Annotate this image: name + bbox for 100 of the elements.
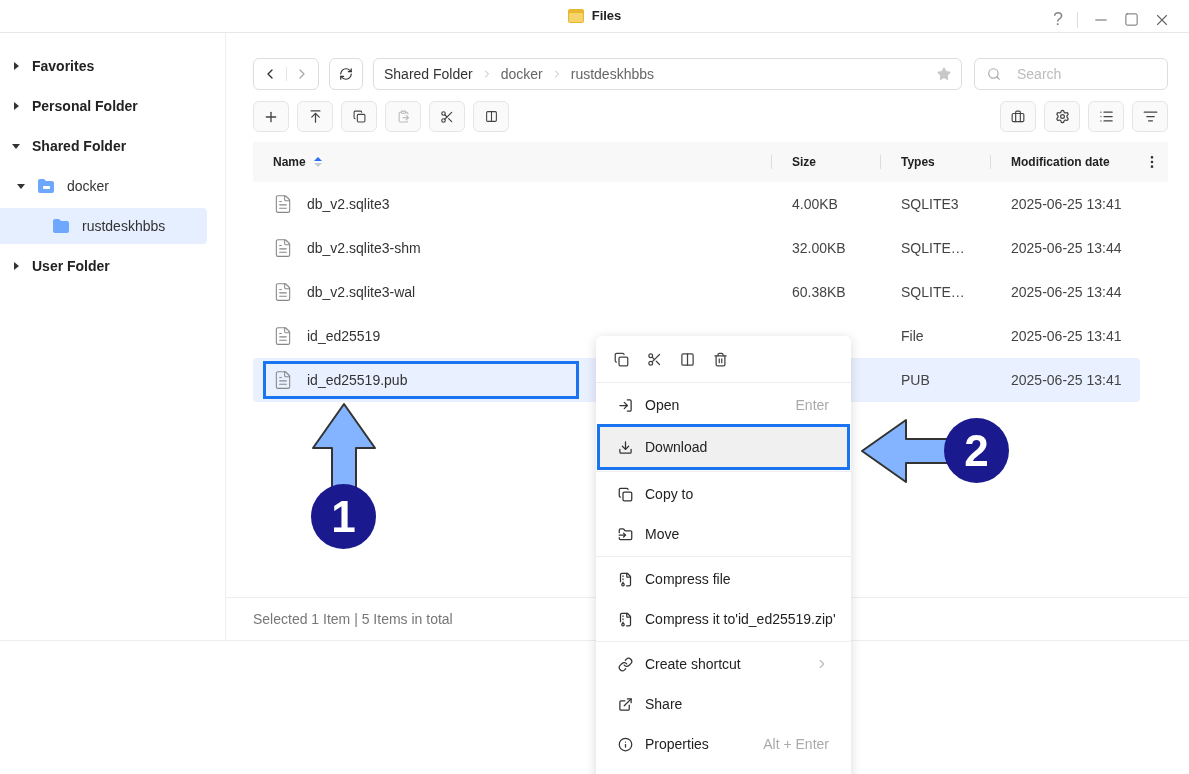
copy-icon [352, 110, 366, 123]
delete-icon[interactable] [713, 351, 728, 367]
expanded-caret-icon[interactable] [12, 142, 20, 150]
copy-button[interactable] [341, 101, 377, 132]
expanded-caret-icon[interactable] [17, 182, 25, 190]
sidebar-label: Shared Folder [32, 136, 127, 156]
menu-item[interactable]: Compress it to'id_ed25519.zip' [600, 599, 847, 639]
collapsed-caret-icon[interactable] [12, 102, 20, 110]
rename-button[interactable] [473, 101, 509, 132]
columns-icon [484, 110, 498, 123]
sidebar-label: rustdeskhbbs [82, 216, 166, 236]
menu-item[interactable]: Move [600, 514, 847, 554]
menu-item[interactable]: Copy to [600, 474, 847, 514]
share-icon [618, 696, 633, 712]
file-name: db_v2.sqlite3-shm [307, 238, 421, 258]
file-size: 60.38KB [792, 284, 846, 300]
shortcut-text: Alt + Enter [763, 734, 829, 754]
search-field[interactable]: Search [974, 58, 1168, 90]
menu-label: Open [645, 395, 680, 415]
file-name: id_ed25519.pub [307, 370, 408, 390]
column-header[interactable]: Size [792, 153, 816, 171]
list-icon [1098, 109, 1114, 124]
sidebar-label: Personal Folder [32, 96, 138, 116]
menu-label: Properties [645, 734, 709, 754]
view-button[interactable] [1088, 101, 1124, 132]
file-type: File [901, 328, 924, 344]
window-title: Files [591, 7, 622, 26]
copy-icon [618, 486, 633, 502]
file-type: SQLITE3 [901, 196, 959, 212]
table-row[interactable]: db_v2.sqlite3-shm 32.00KB SQLITE… 2025-06-25 13:44 [253, 226, 1140, 270]
maximize-icon[interactable] [1124, 12, 1139, 27]
sidebar-item[interactable]: rustdeskhbbs [0, 208, 207, 244]
sidebar-item[interactable]: User Folder [0, 248, 207, 284]
collapsed-caret-icon[interactable] [12, 62, 20, 70]
file-icon [273, 238, 293, 258]
copy-icon[interactable] [614, 351, 629, 367]
breadcrumb-link[interactable]: Shared Folder [384, 63, 473, 85]
enter-icon [618, 397, 633, 413]
menu-item[interactable]: Open Enter [600, 385, 847, 425]
tools-button[interactable] [1000, 101, 1036, 132]
file-name: db_v2.sqlite3 [307, 194, 390, 214]
move-icon [618, 526, 633, 542]
menu-label: Move [645, 524, 680, 544]
menu-item[interactable]: Compress file [600, 559, 847, 599]
scissors-icon [440, 109, 454, 124]
table-row[interactable]: db_v2.sqlite3 4.00KB SQLITE3 2025-06-25 13:41 [253, 182, 1140, 226]
step-badge: 2 [944, 418, 1009, 483]
menu-label: Create shortcut [645, 654, 741, 674]
shortcut-icon [618, 656, 633, 672]
archive-icon [618, 611, 633, 627]
modified-date: 2025-06-25 13:44 [1011, 284, 1122, 300]
docker-folder-icon [37, 178, 55, 194]
refresh-button[interactable] [329, 58, 363, 90]
menu-item[interactable]: Create shortcut [600, 644, 847, 684]
sidebar-item[interactable]: docker [0, 168, 207, 204]
paste-icon [396, 110, 410, 123]
app-folder-icon [567, 9, 584, 23]
sidebar-item[interactable]: Personal Folder [0, 88, 207, 124]
modified-date: 2025-06-25 13:44 [1011, 240, 1122, 256]
sort-button[interactable] [1132, 101, 1168, 132]
collapsed-caret-icon[interactable] [12, 262, 20, 270]
upload-button[interactable] [297, 101, 333, 132]
sidebar-label: docker [67, 176, 110, 196]
download-icon [618, 439, 633, 455]
help-button[interactable]: ? [1053, 6, 1063, 33]
sidebar-label: User Folder [32, 256, 110, 276]
table-row[interactable]: id_ed25519 File 2025-06-25 13:41 [253, 314, 1140, 358]
modified-date: 2025-06-25 13:41 [1011, 196, 1122, 212]
cut-icon[interactable] [647, 351, 662, 367]
file-icon [273, 370, 293, 390]
column-header[interactable]: Name [273, 153, 306, 171]
breadcrumb-link[interactable]: docker [500, 63, 543, 85]
search-icon [987, 67, 1001, 81]
file-type: SQLITE… [901, 284, 965, 300]
sidebar-item[interactable]: Shared Folder [0, 128, 207, 164]
star-icon[interactable] [937, 67, 951, 81]
menu-label: Compress file [645, 569, 731, 589]
file-icon [273, 326, 293, 346]
menu-item[interactable]: Share [600, 684, 847, 724]
rename-icon[interactable] [680, 351, 695, 367]
menu-item[interactable]: Download [600, 427, 847, 467]
breadcrumb-link[interactable]: rustdeskhbbs [570, 63, 655, 85]
file-type: SQLITE… [901, 240, 965, 256]
archive-icon [618, 571, 633, 587]
menu-item[interactable]: Properties Alt + Enter [600, 724, 847, 764]
cut-button[interactable] [429, 101, 465, 132]
file-icon [273, 282, 293, 302]
sidebar-item[interactable]: Favorites [0, 48, 207, 84]
column-header[interactable]: Modification date [1011, 153, 1110, 171]
settings-button[interactable] [1044, 101, 1080, 132]
sort-icon [1142, 109, 1158, 124]
file-size: 4.00KB [792, 196, 838, 212]
column-header[interactable]: Types [901, 153, 935, 171]
folder-icon [52, 218, 70, 234]
sort-icon[interactable] [313, 157, 322, 167]
file-icon [273, 194, 293, 214]
refresh-icon [339, 67, 353, 81]
modified-date: 2025-06-25 13:41 [1011, 372, 1122, 388]
create-button[interactable] [253, 101, 289, 132]
table-row[interactable]: db_v2.sqlite3-wal 60.38KB SQLITE… 2025-06-25 13:44 [253, 270, 1140, 314]
